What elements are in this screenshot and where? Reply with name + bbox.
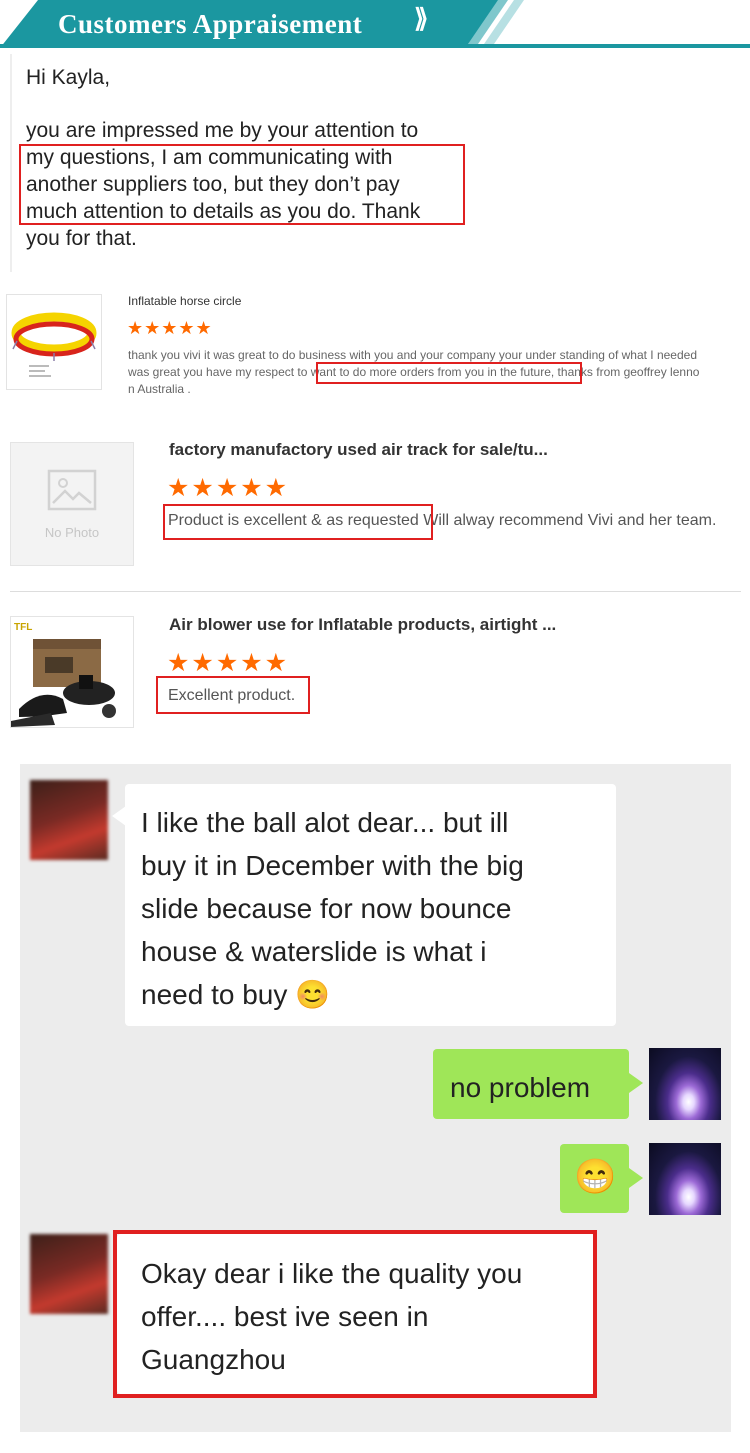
product-title[interactable]: Inflatable horse circle: [128, 294, 241, 308]
star-rating: ★★★★★: [167, 474, 290, 502]
message-line: house & waterslide is what i: [141, 936, 487, 967]
star-rating: ★★★★★: [167, 649, 290, 677]
grin-emoji-icon: 😁: [574, 1158, 617, 1196]
smile-emoji-icon: 😊: [295, 979, 330, 1010]
highlight-box: [316, 362, 582, 384]
review-text-part: was great you have my respect to: [128, 365, 311, 379]
highlight-box: [113, 1230, 597, 1398]
review-divider: [10, 591, 741, 592]
product-thumbnail[interactable]: TFL: [10, 616, 134, 728]
email-line: you for that.: [26, 227, 137, 250]
review-text: n Australia .: [128, 382, 191, 396]
product-thumbnail[interactable]: [6, 294, 102, 390]
bubble-tail: [112, 806, 126, 826]
message-line: need to buy 😊: [141, 973, 330, 1016]
air-blower-image: TFL: [11, 622, 116, 727]
highlight-box: [156, 676, 310, 714]
bubble-tail: [629, 1073, 643, 1093]
inflatable-ring-image: [11, 312, 97, 377]
customer-avatar: [30, 780, 108, 860]
customer-avatar: [30, 1234, 108, 1314]
product-title[interactable]: Air blower use for Inflatable products, …: [169, 615, 556, 635]
section-title: Customers Appraisement: [58, 9, 363, 39]
message-line: no problem: [450, 1072, 591, 1103]
email-line: you are impressed me by your attention t…: [26, 119, 419, 142]
seller-avatar: [649, 1048, 721, 1120]
bubble-tail: [629, 1168, 643, 1188]
image-placeholder-icon: [47, 469, 97, 511]
message-line: buy it in December with the big: [141, 850, 524, 881]
message-line: I like the ball alot dear... but ill: [141, 807, 509, 838]
double-chevron-icon: ⟫: [414, 4, 429, 33]
review-text-part: Will alway recommend Vivi and her team.: [418, 512, 717, 529]
email-greeting: Hi Kayla,: [26, 66, 111, 89]
product-title[interactable]: factory manufactory used air track for s…: [169, 440, 548, 460]
highlight-box: [163, 504, 433, 540]
highlight-box: [19, 144, 465, 225]
star-rating: ★★★★★: [127, 318, 213, 338]
message-line-text: need to buy: [141, 979, 288, 1010]
email-border: [10, 54, 12, 272]
seller-avatar: [649, 1143, 721, 1215]
no-photo-placeholder: No Photo: [10, 442, 134, 566]
no-photo-label: No Photo: [44, 525, 100, 540]
svg-text:TFL: TFL: [14, 622, 32, 633]
message-line: slide because for now bounce: [141, 893, 512, 924]
